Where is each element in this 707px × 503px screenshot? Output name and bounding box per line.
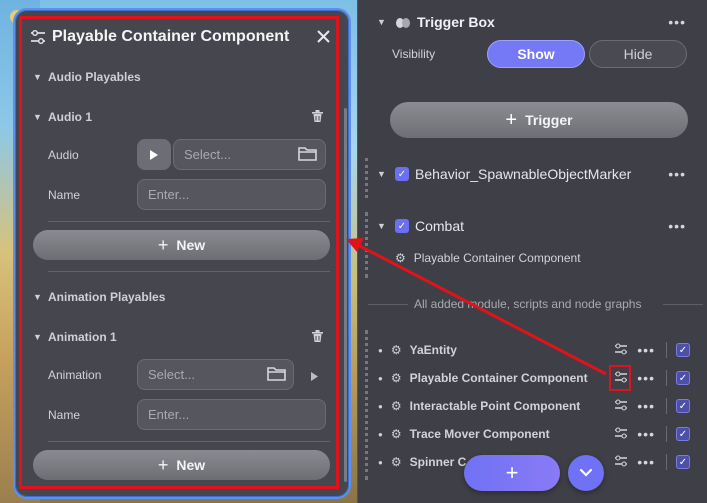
annotation-arrow [346, 238, 607, 376]
